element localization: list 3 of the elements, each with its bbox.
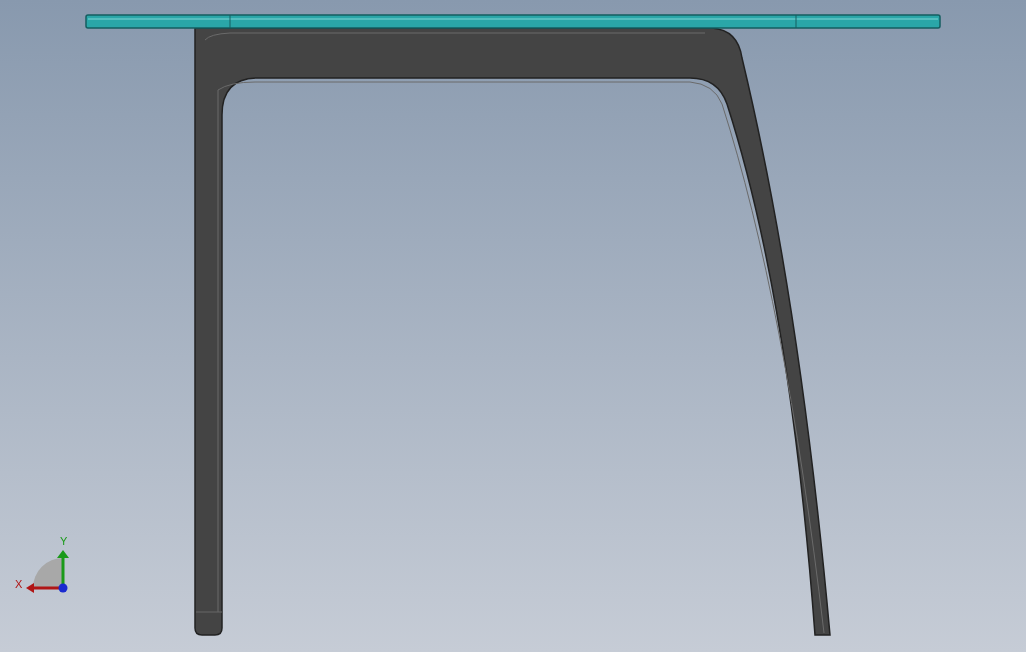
axis-triad-icon: [26, 550, 69, 593]
y-axis-label: Y: [60, 535, 68, 547]
x-axis-label: X: [15, 578, 23, 590]
